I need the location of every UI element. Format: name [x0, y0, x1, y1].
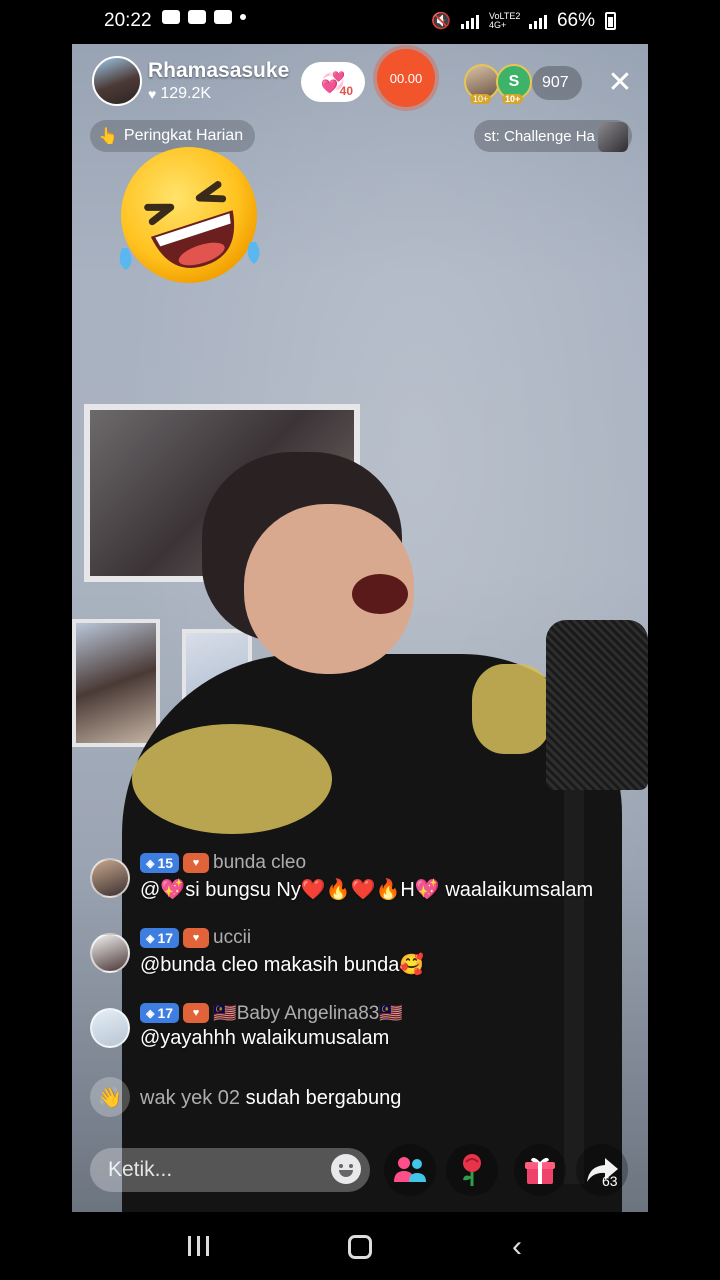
mute-icon: 🔇 [431, 13, 451, 30]
viewer-avatar[interactable]: S 10+ [496, 64, 532, 104]
host-likes-count: 129.2K [160, 85, 212, 102]
chat-avatar[interactable] [90, 1008, 130, 1048]
wave-hand-icon: 👋 [90, 1077, 130, 1117]
back-button[interactable]: ‹ [512, 1232, 522, 1262]
screen: 20:22 🔇 VoLTE2 4G+ 66% Rhamasasuke ♥ 129… [0, 0, 720, 1280]
more-dot-icon [240, 14, 246, 20]
host-details: Rhamasasuke ♥ 129.2K [148, 59, 289, 103]
level-number: 17 [157, 1005, 174, 1021]
diamond-icon: ◈ [146, 857, 155, 870]
chat-text: @bunda cleo makasih bunda🥰 [140, 954, 425, 976]
live-video[interactable]: Rhamasasuke ♥ 129.2K 💞 40 00.00 10+ S 10… [72, 44, 648, 1212]
chat-avatar[interactable] [90, 933, 130, 973]
home-button[interactable] [348, 1235, 372, 1259]
chat-text: @💖si bungsu Ny❤️🔥❤️🔥H💖 waalaikumsalam [140, 879, 594, 901]
chat-text: @yayahhh walaikumusalam [140, 1027, 390, 1049]
streamer-mouth [352, 574, 408, 614]
chat-avatar[interactable] [90, 858, 130, 898]
level-badge: ◈ 17 [140, 928, 180, 948]
fan-club-icon: ♥ [183, 928, 210, 948]
emoji-button[interactable] [326, 1149, 366, 1189]
microphone [546, 620, 648, 790]
rose-icon [463, 1154, 481, 1186]
system-icons: 🔇 VoLTE2 4G+ 66% [431, 10, 616, 32]
viewer-initial: S [508, 73, 520, 90]
level-number: 17 [157, 930, 174, 946]
chat-message[interactable]: ◈ 17 ♥ uccii @bunda cleo makasih bunda🥰 [90, 927, 630, 1002]
level-badge: ◈ 15 [140, 853, 180, 873]
shirt-dragon-print-2 [472, 664, 552, 754]
join-username[interactable]: wak yek 02 [140, 1087, 240, 1109]
challenge-label: st: Challenge Ha [484, 127, 595, 145]
gift-goal-count: 40 [339, 84, 353, 98]
chat-message[interactable]: ◈ 17 ♥ 🇲🇾Baby Angelina83🇲🇾 @yayahhh walai… [90, 1002, 630, 1077]
gift-box-icon [525, 1157, 555, 1184]
camera-icon [188, 10, 206, 24]
fan-club-icon: ♥ [183, 1003, 210, 1023]
comment-placeholder: Ketik... [108, 1158, 173, 1181]
battery-icon [605, 12, 616, 30]
chat-meta: ◈ 15 ♥ bunda cleo [140, 852, 306, 874]
video-call-icon [162, 10, 180, 24]
signal-icon [460, 13, 479, 29]
chat-username[interactable]: bunda cleo [213, 852, 306, 874]
level-number: 15 [157, 855, 174, 871]
network-label: VoLTE2 4G+ [488, 11, 521, 30]
chat-username[interactable]: uccii [213, 927, 251, 949]
gift-goal-button[interactable]: 💞 40 [301, 62, 365, 102]
gift-button[interactable] [514, 1144, 566, 1196]
shirt-dragon-print [132, 724, 332, 834]
chat-meta: ◈ 17 ♥ 🇲🇾Baby Angelina83🇲🇾 [140, 1002, 403, 1024]
viewer-avatar[interactable]: 10+ [464, 64, 500, 104]
status-time: 20:22 [104, 10, 152, 31]
viewer-rank-badge: 10+ [502, 94, 524, 104]
notification-icons [162, 10, 246, 24]
navigation-bar: ‹ [0, 1212, 720, 1280]
diamond-icon: ◈ [146, 1007, 155, 1020]
join-text: wak yek 02 sudah bergabung [140, 1087, 401, 1110]
battery-percent: 66% [556, 10, 595, 31]
diamond-icon: ◈ [146, 932, 155, 945]
timer-button[interactable]: 00.00 [377, 49, 435, 107]
users-icon [394, 1157, 426, 1182]
join-notification: 👋 wak yek 02 sudah bergabung [90, 1077, 630, 1127]
chat-username[interactable]: 🇲🇾Baby Angelina83🇲🇾 [213, 1001, 403, 1025]
viewer-count[interactable]: 907 [532, 66, 582, 100]
signal-icon-2 [528, 13, 547, 29]
recent-apps-button[interactable] [188, 1236, 212, 1256]
chat-feed[interactable]: ◈ 15 ♥ bunda cleo @💖si bungsu Ny❤️🔥❤️🔥H💖 … [90, 852, 630, 1127]
host-name[interactable]: Rhamasasuke [148, 59, 289, 83]
host-avatar[interactable] [92, 56, 142, 106]
level-badge: ◈ 17 [140, 1003, 180, 1023]
chat-meta: ◈ 17 ♥ uccii [140, 927, 251, 949]
smiley-icon [331, 1154, 361, 1184]
close-button[interactable]: ✕ [602, 64, 638, 100]
challenge-thumbnail[interactable] [598, 122, 628, 152]
guest-invite-button[interactable] [384, 1144, 436, 1196]
status-bar: 20:22 🔇 VoLTE2 4G+ 66% [0, 0, 720, 42]
fan-club-icon: ♥ [183, 853, 210, 873]
rose-gift-button[interactable] [446, 1144, 498, 1196]
top-viewers[interactable]: 10+ S 10+ [464, 64, 532, 104]
host-info[interactable]: Rhamasasuke ♥ 129.2K [92, 56, 289, 106]
join-message: sudah bergabung [245, 1087, 402, 1109]
laughing-emoji-icon [119, 147, 260, 283]
share-count: 63 [602, 1173, 618, 1189]
host-likes: ♥ 129.2K [148, 85, 289, 103]
youtube-icon [214, 10, 232, 24]
viewer-rank-badge: 10+ [470, 94, 492, 104]
heart-icon: ♥ [148, 86, 157, 102]
chat-message[interactable]: ◈ 15 ♥ bunda cleo @💖si bungsu Ny❤️🔥❤️🔥H💖 … [90, 852, 630, 927]
wall-photo [72, 619, 160, 747]
